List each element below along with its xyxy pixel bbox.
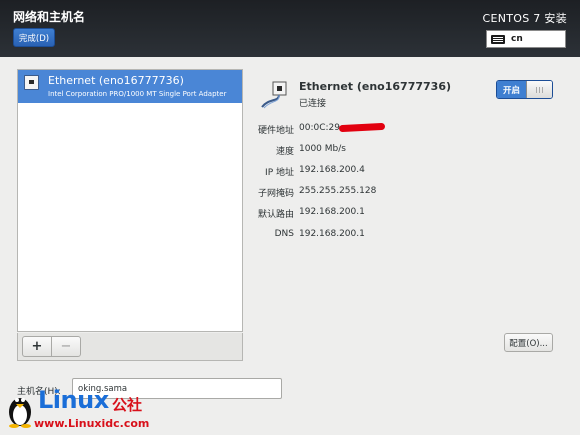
watermark: Linux 公社 www.Linuxidc.com xyxy=(4,384,189,435)
dns-value: 192.168.200.1 xyxy=(299,229,365,239)
toggle-on-label: 开启 xyxy=(497,81,526,98)
header-bar: 网络和主机名 完成(D) CENTOS 7 安装 cn xyxy=(0,0,580,57)
ethernet-port-icon xyxy=(24,75,39,90)
connection-status: 已连接 xyxy=(299,99,327,109)
keyboard-layout-label: cn xyxy=(511,34,523,44)
redaction-mark xyxy=(338,122,386,133)
remove-connection-button[interactable]: − xyxy=(51,336,81,357)
connection-name: Ethernet (eno16777736) xyxy=(48,74,184,87)
keyboard-layout-indicator[interactable]: cn xyxy=(486,30,566,48)
ip-address-value: 192.168.200.4 xyxy=(299,165,365,175)
default-route-label: 默认路由 xyxy=(257,210,294,220)
subnet-mask-label: 子网掩码 xyxy=(257,189,294,199)
detail-connection-name: Ethernet (eno16777736) xyxy=(299,80,452,93)
hardware-address-label: 硬件地址 xyxy=(257,126,294,136)
connection-description: Intel Corporation PRO/1000 MT Single Por… xyxy=(48,90,227,98)
page-title: 网络和主机名 xyxy=(13,10,86,24)
connection-list-toolbar: + − xyxy=(17,333,243,361)
keyboard-icon xyxy=(491,34,505,44)
default-route-value: 192.168.200.1 xyxy=(299,207,365,217)
watermark-brand-cn: 公社 xyxy=(112,396,143,414)
connection-list: Ethernet (eno16777736) Intel Corporation… xyxy=(17,69,243,332)
dns-label: DNS xyxy=(274,229,294,239)
subnet-mask-value: 255.255.255.128 xyxy=(299,186,377,196)
hardware-address-value: 00:0C:29: xyxy=(299,123,344,133)
connection-item-ethernet[interactable]: Ethernet (eno16777736) Intel Corporation… xyxy=(18,70,242,103)
product-title: CENTOS 7 安装 xyxy=(482,12,567,25)
done-button[interactable]: 完成(D) xyxy=(13,28,55,47)
ip-address-label: IP 地址 xyxy=(265,168,294,178)
watermark-brand: Linux xyxy=(38,386,109,414)
speed-label: 速度 xyxy=(275,147,294,157)
speed-value: 1000 Mb/s xyxy=(299,144,346,154)
add-connection-button[interactable]: + xyxy=(22,336,52,357)
configure-button[interactable]: 配置(O)... xyxy=(504,333,553,352)
watermark-url: www.Linuxidc.com xyxy=(34,417,150,430)
ethernet-cable-icon xyxy=(261,81,287,109)
connection-toggle[interactable]: 开启 xyxy=(496,80,553,99)
toggle-knob[interactable] xyxy=(526,81,552,98)
tux-penguin-icon xyxy=(9,398,31,428)
